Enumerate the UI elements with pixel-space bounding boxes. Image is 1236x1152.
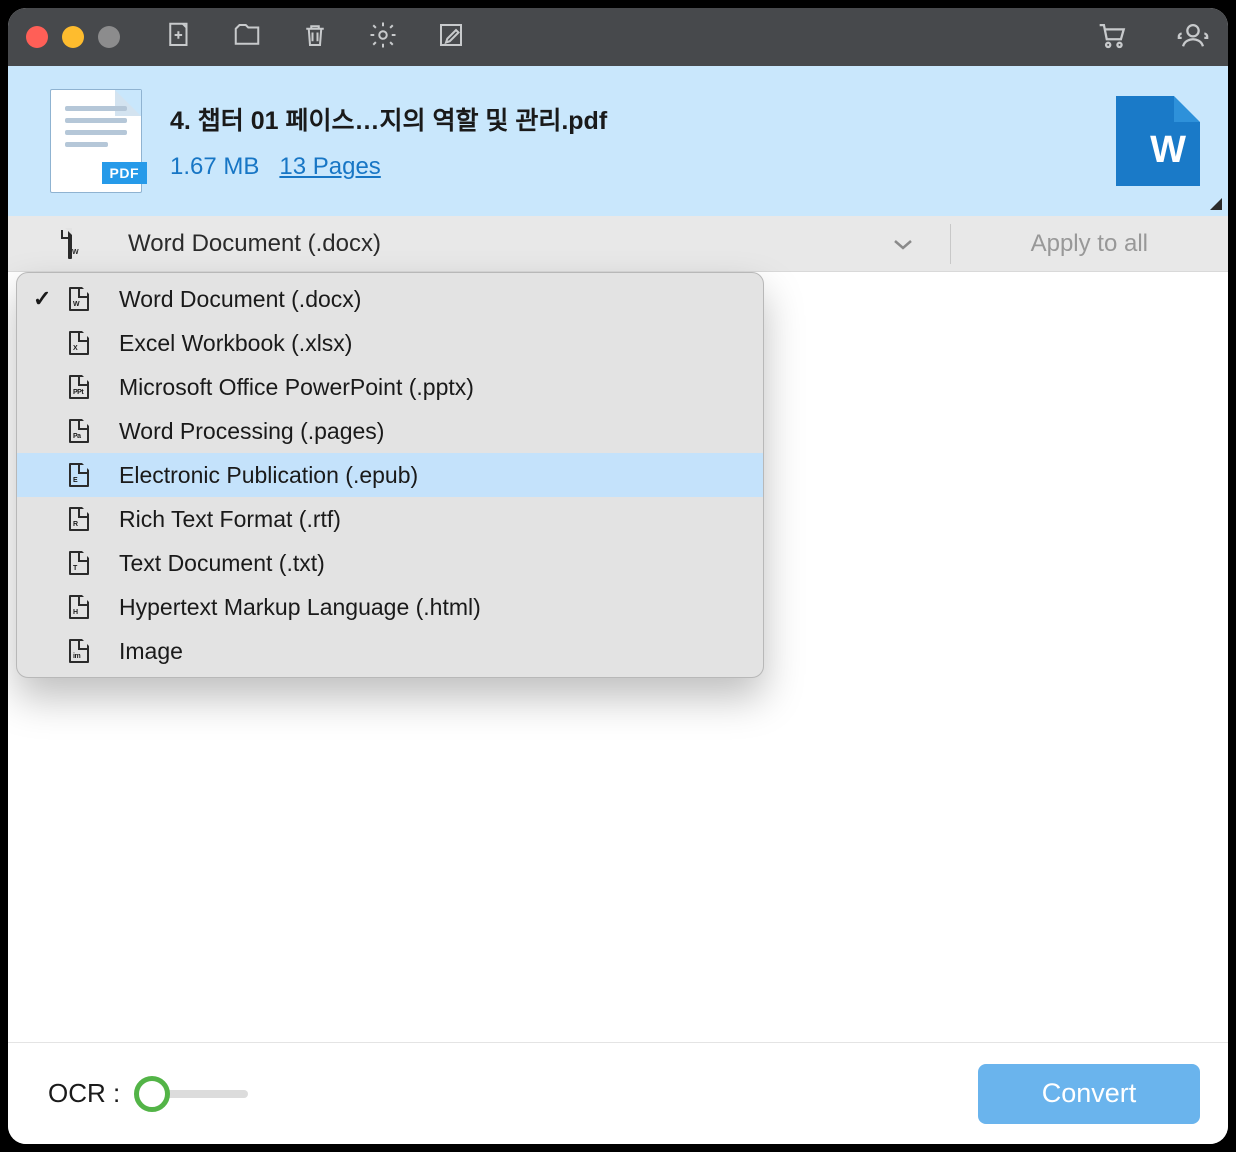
file-row: PDF 4. 챕터 01 페이스…지의 역할 및 관리.pdf 1.67 MB … [8,66,1228,216]
footer: OCR : Convert [8,1042,1228,1144]
cart-icon[interactable] [1094,18,1128,57]
format-bar[interactable]: W Word Document (.docx) Apply to all [8,216,1228,272]
toolbar [164,20,1082,55]
check-icon: ✓ [33,286,61,312]
app-window: PDF 4. 챕터 01 페이스…지의 역할 및 관리.pdf 1.67 MB … [8,8,1228,1144]
support-icon[interactable] [1176,18,1210,57]
format-option[interactable]: ✓WWord Document (.docx) [17,277,763,321]
format-option[interactable]: XExcel Workbook (.xlsx) [17,321,763,365]
format-option[interactable]: imImage [17,629,763,673]
file-type-icon: T [61,551,119,575]
resize-handle-icon[interactable] [1210,198,1222,210]
format-option-label: Hypertext Markup Language (.html) [119,594,481,621]
toggle-knob [134,1076,170,1112]
file-type-icon: R [61,507,119,531]
apply-to-all-button[interactable]: Apply to all [1031,230,1148,258]
file-type-icon: X [61,331,119,355]
format-option-label: Rich Text Format (.rtf) [119,506,341,533]
target-format-icon[interactable]: W [1116,96,1200,186]
ocr-toggle[interactable] [138,1090,248,1098]
file-type-icon: E [61,463,119,487]
close-window-button[interactable] [26,26,48,48]
file-size: 1.67 MB [170,153,259,181]
minimize-window-button[interactable] [62,26,84,48]
pdf-thumbnail: PDF [50,89,142,193]
format-option-label: Microsoft Office PowerPoint (.pptx) [119,374,474,401]
format-option[interactable]: PaWord Processing (.pages) [17,409,763,453]
ocr-label: OCR : [48,1078,120,1109]
titlebar [8,8,1228,66]
format-option-label: Excel Workbook (.xlsx) [119,330,352,357]
pdf-badge: PDF [102,162,148,184]
file-pages-link[interactable]: 13 Pages [279,153,380,181]
file-type-icon: im [61,639,119,663]
file-type-icon: H [61,595,119,619]
convert-button[interactable]: Convert [978,1064,1200,1124]
format-option[interactable]: HHypertext Markup Language (.html) [17,585,763,629]
format-dropdown: ✓WWord Document (.docx)XExcel Workbook (… [16,272,764,678]
file-name: 4. 챕터 01 페이스…지의 역할 및 관리.pdf [170,101,1116,137]
file-type-icon: Pa [61,419,119,443]
file-type-icon: W [61,287,119,311]
maximize-window-button[interactable] [98,26,120,48]
file-type-icon: PPt [61,375,119,399]
traffic-lights [26,26,120,48]
format-option[interactable]: PPtMicrosoft Office PowerPoint (.pptx) [17,365,763,409]
format-option-label: Text Document (.txt) [119,550,325,577]
divider [950,224,951,264]
format-option-label: Word Document (.docx) [119,286,361,313]
format-option-label: Image [119,638,183,665]
chevron-down-icon [892,230,914,258]
trash-icon[interactable] [300,20,330,55]
format-option[interactable]: TText Document (.txt) [17,541,763,585]
toolbar-right [1094,18,1210,57]
selected-format-label: Word Document (.docx) [128,230,892,258]
add-file-icon[interactable] [164,20,194,55]
settings-icon[interactable] [368,20,398,55]
edit-icon[interactable] [436,20,466,55]
format-option-label: Word Processing (.pages) [119,418,384,445]
format-option[interactable]: EElectronic Publication (.epub) [17,453,763,497]
folder-icon[interactable] [232,20,262,55]
file-meta: 4. 챕터 01 페이스…지의 역할 및 관리.pdf 1.67 MB 13 P… [170,101,1116,181]
format-file-icon: W [68,230,72,258]
format-option[interactable]: RRich Text Format (.rtf) [17,497,763,541]
format-option-label: Electronic Publication (.epub) [119,462,418,489]
